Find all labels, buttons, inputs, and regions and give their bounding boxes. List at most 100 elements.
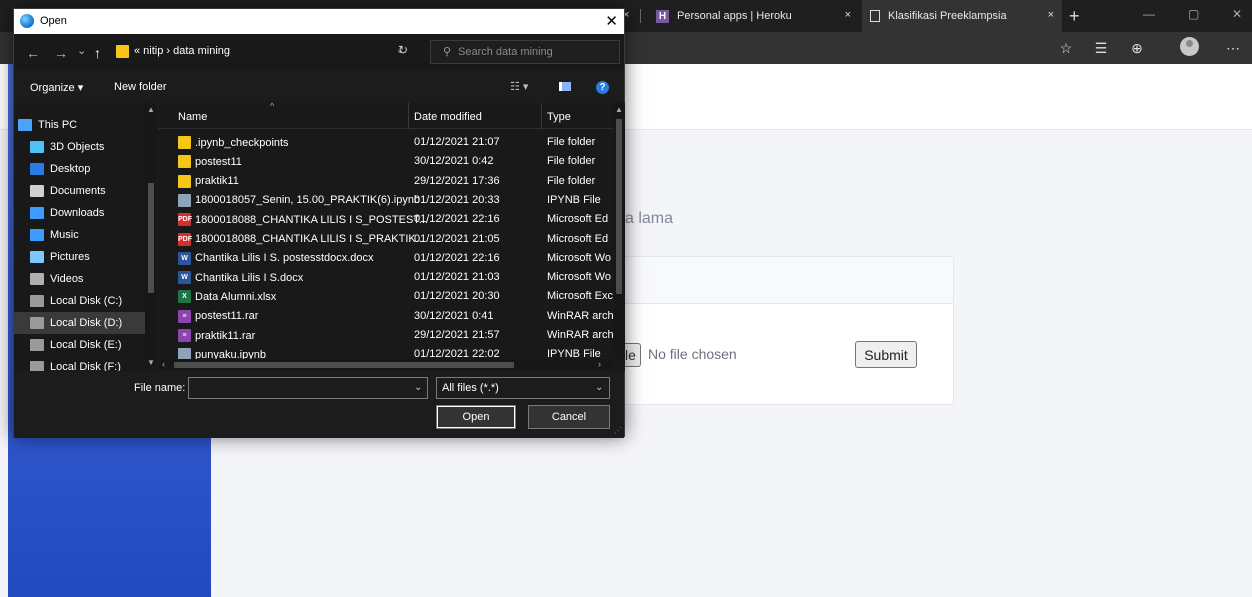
tab-klasifikasi[interactable]: Klasifikasi Preeklampsia ×	[862, 0, 1062, 32]
column-name[interactable]: Name	[178, 111, 207, 123]
tab-close-icon[interactable]: ×	[1048, 9, 1054, 21]
nav-item[interactable]: Local Disk (F:)	[14, 356, 145, 371]
scroll-down-icon[interactable]: ▼	[147, 358, 155, 367]
horizontal-scrollbar[interactable]: ‹ ›	[158, 359, 613, 371]
file-row[interactable]: praktik11 29/12/2021 17:36 File folder	[158, 172, 613, 191]
forward-icon[interactable]: →	[54, 45, 68, 61]
choose-file-button[interactable]: le	[623, 343, 641, 367]
collections-icon[interactable]: ⊕	[1128, 39, 1146, 57]
open-dialog: Open ✕ ← → ⌄ ↑ « nitip › data mining ⌄ ↻…	[13, 8, 625, 438]
organize-button[interactable]: Organize ▾	[30, 81, 83, 94]
file-name: 1800018088_CHANTIKA LILIS I S_POSTEST...	[195, 213, 428, 226]
file-name-cell: .ipynb_checkpoints	[178, 136, 289, 149]
nav-item[interactable]: 3D Objects	[14, 136, 145, 158]
cancel-button[interactable]: Cancel	[528, 405, 610, 429]
file-name: praktik11.rar	[195, 329, 256, 342]
column-type[interactable]: Type	[547, 111, 571, 123]
submit-button[interactable]: Submit	[855, 341, 917, 368]
file-name: postest11.rar	[195, 310, 259, 323]
file-row[interactable]: ≡ praktik11.rar 29/12/2021 21:57 WinRAR arc…	[158, 326, 613, 345]
file-row[interactable]: PDF 1800018088_CHANTIKA LILIS I S_POSTEST…	[158, 210, 613, 229]
profile-avatar[interactable]	[1180, 37, 1199, 56]
nav-item[interactable]: Videos	[14, 268, 145, 290]
nav-item[interactable]: Downloads	[14, 202, 145, 224]
file-row[interactable]: ≡ postest11.rar 30/12/2021 0:41 WinRAR arch	[158, 307, 613, 326]
nav-item[interactable]: Local Disk (C:)	[14, 290, 145, 312]
file-date: 01/12/2021 21:03	[414, 271, 500, 284]
scroll-up-icon[interactable]: ▲	[615, 105, 623, 114]
nav-item[interactable]: This PC	[14, 114, 145, 136]
view-options-icon[interactable]: ☷ ▾	[510, 80, 528, 93]
nav-scrollbar[interactable]: ▲ ▼	[145, 103, 157, 371]
search-input[interactable]: ⚲ Search data mining	[430, 40, 620, 64]
tab-close-icon[interactable]: ×	[845, 9, 851, 21]
back-icon[interactable]: ←	[26, 45, 40, 61]
nav-item-label: 3D Objects	[50, 141, 105, 153]
open-button[interactable]: Open	[436, 405, 516, 429]
dialog-close-icon[interactable]: ✕	[605, 12, 618, 30]
nav-item[interactable]: Local Disk (E:)	[14, 334, 145, 356]
favorites-list-icon[interactable]: ☰	[1092, 39, 1110, 57]
column-divider[interactable]	[541, 103, 542, 129]
file-list: Name ^ Date modified Type .ipynb_checkpo…	[158, 103, 625, 371]
scroll-right-icon[interactable]: ›	[598, 359, 601, 369]
nav-item[interactable]: Documents	[14, 180, 145, 202]
restore-icon[interactable]: ▢	[1188, 7, 1199, 21]
nav-item[interactable]: Pictures	[14, 246, 145, 268]
file-type-select[interactable]: All files (*.*) ⌄	[436, 377, 610, 399]
file-name-cell: W Chantika Lilis I S.docx	[178, 271, 303, 285]
breadcrumb-text[interactable]: « nitip › data mining	[134, 45, 230, 57]
nav-item[interactable]: Desktop	[14, 158, 145, 180]
chevron-down-icon[interactable]: ⌄	[595, 382, 603, 393]
file-row[interactable]: postest11 30/12/2021 0:42 File folder	[158, 152, 613, 171]
refresh-icon[interactable]: ↻	[398, 43, 408, 57]
file-name-field[interactable]	[188, 377, 428, 399]
scroll-left-icon[interactable]: ‹	[162, 359, 165, 369]
file-row[interactable]: W Chantika Lilis I S. postesstdocx.docx 01…	[158, 249, 613, 268]
videos-icon	[30, 273, 44, 285]
disk-icon	[30, 317, 44, 329]
file-row[interactable]: PDF 1800018088_CHANTIKA LILIS I S_PRAKTIK…	[158, 230, 613, 249]
scroll-thumb[interactable]	[616, 119, 622, 294]
column-date[interactable]: Date modified	[414, 111, 482, 123]
file-type: Microsoft Wo	[547, 251, 611, 264]
folder-icon	[116, 45, 129, 58]
file-list-scrollbar[interactable]: ▲	[613, 103, 625, 359]
file-row[interactable]: .ipynb_checkpoints 01/12/2021 21:07 File f…	[158, 133, 613, 152]
path-breadcrumb[interactable]: « nitip › data mining ⌄	[111, 40, 421, 63]
preview-pane-icon[interactable]	[559, 82, 571, 91]
minimize-icon[interactable]: —	[1143, 7, 1155, 21]
window-close-icon[interactable]: ✕	[1232, 7, 1242, 21]
chevron-down-icon[interactable]: ⌄	[414, 382, 422, 393]
recent-locations-icon[interactable]: ⌄	[77, 44, 86, 57]
folder-icon	[178, 155, 191, 169]
page-icon	[870, 10, 880, 22]
ipynb-file-icon	[178, 193, 191, 207]
file-type: File folder	[547, 155, 596, 168]
file-date: 01/12/2021 20:30	[414, 290, 500, 303]
file-row[interactable]: 1800018057_Senin, 15.00_PRAKTIK(6).ipynb…	[158, 191, 613, 210]
file-name-cell: ≡ praktik11.rar	[178, 329, 255, 342]
scroll-up-icon[interactable]: ▲	[147, 105, 155, 114]
nav-item-label: Local Disk (C:)	[50, 295, 123, 307]
file-row[interactable]: X Data Alumni.xlsx 01/12/2021 20:30 Microso…	[158, 287, 613, 306]
column-divider[interactable]	[408, 103, 409, 129]
favorite-icon[interactable]: ☆	[1057, 39, 1075, 57]
page-heading: a lama	[625, 210, 674, 227]
resize-grip-icon[interactable]: ⋰	[614, 426, 622, 435]
search-placeholder: Search data mining	[458, 46, 553, 58]
nav-item[interactable]: Music	[14, 224, 145, 246]
more-icon[interactable]: ⋯	[1224, 39, 1242, 57]
heroku-icon: H	[656, 9, 669, 23]
pictures-icon	[30, 251, 44, 263]
help-icon[interactable]: ?	[596, 81, 609, 94]
new-folder-button[interactable]: New folder	[114, 81, 167, 93]
nav-item[interactable]: Local Disk (D:)	[14, 312, 145, 334]
file-date: 29/12/2021 17:36	[414, 174, 500, 187]
up-folder-icon[interactable]: ↑	[94, 45, 101, 61]
scroll-thumb[interactable]	[148, 183, 154, 293]
tab-heroku[interactable]: H Personal apps | Heroku ×	[648, 0, 859, 32]
new-tab-icon[interactable]: +	[1069, 6, 1080, 27]
file-row[interactable]: W Chantika Lilis I S.docx 01/12/2021 21:03…	[158, 268, 613, 287]
scroll-thumb[interactable]	[174, 362, 514, 368]
